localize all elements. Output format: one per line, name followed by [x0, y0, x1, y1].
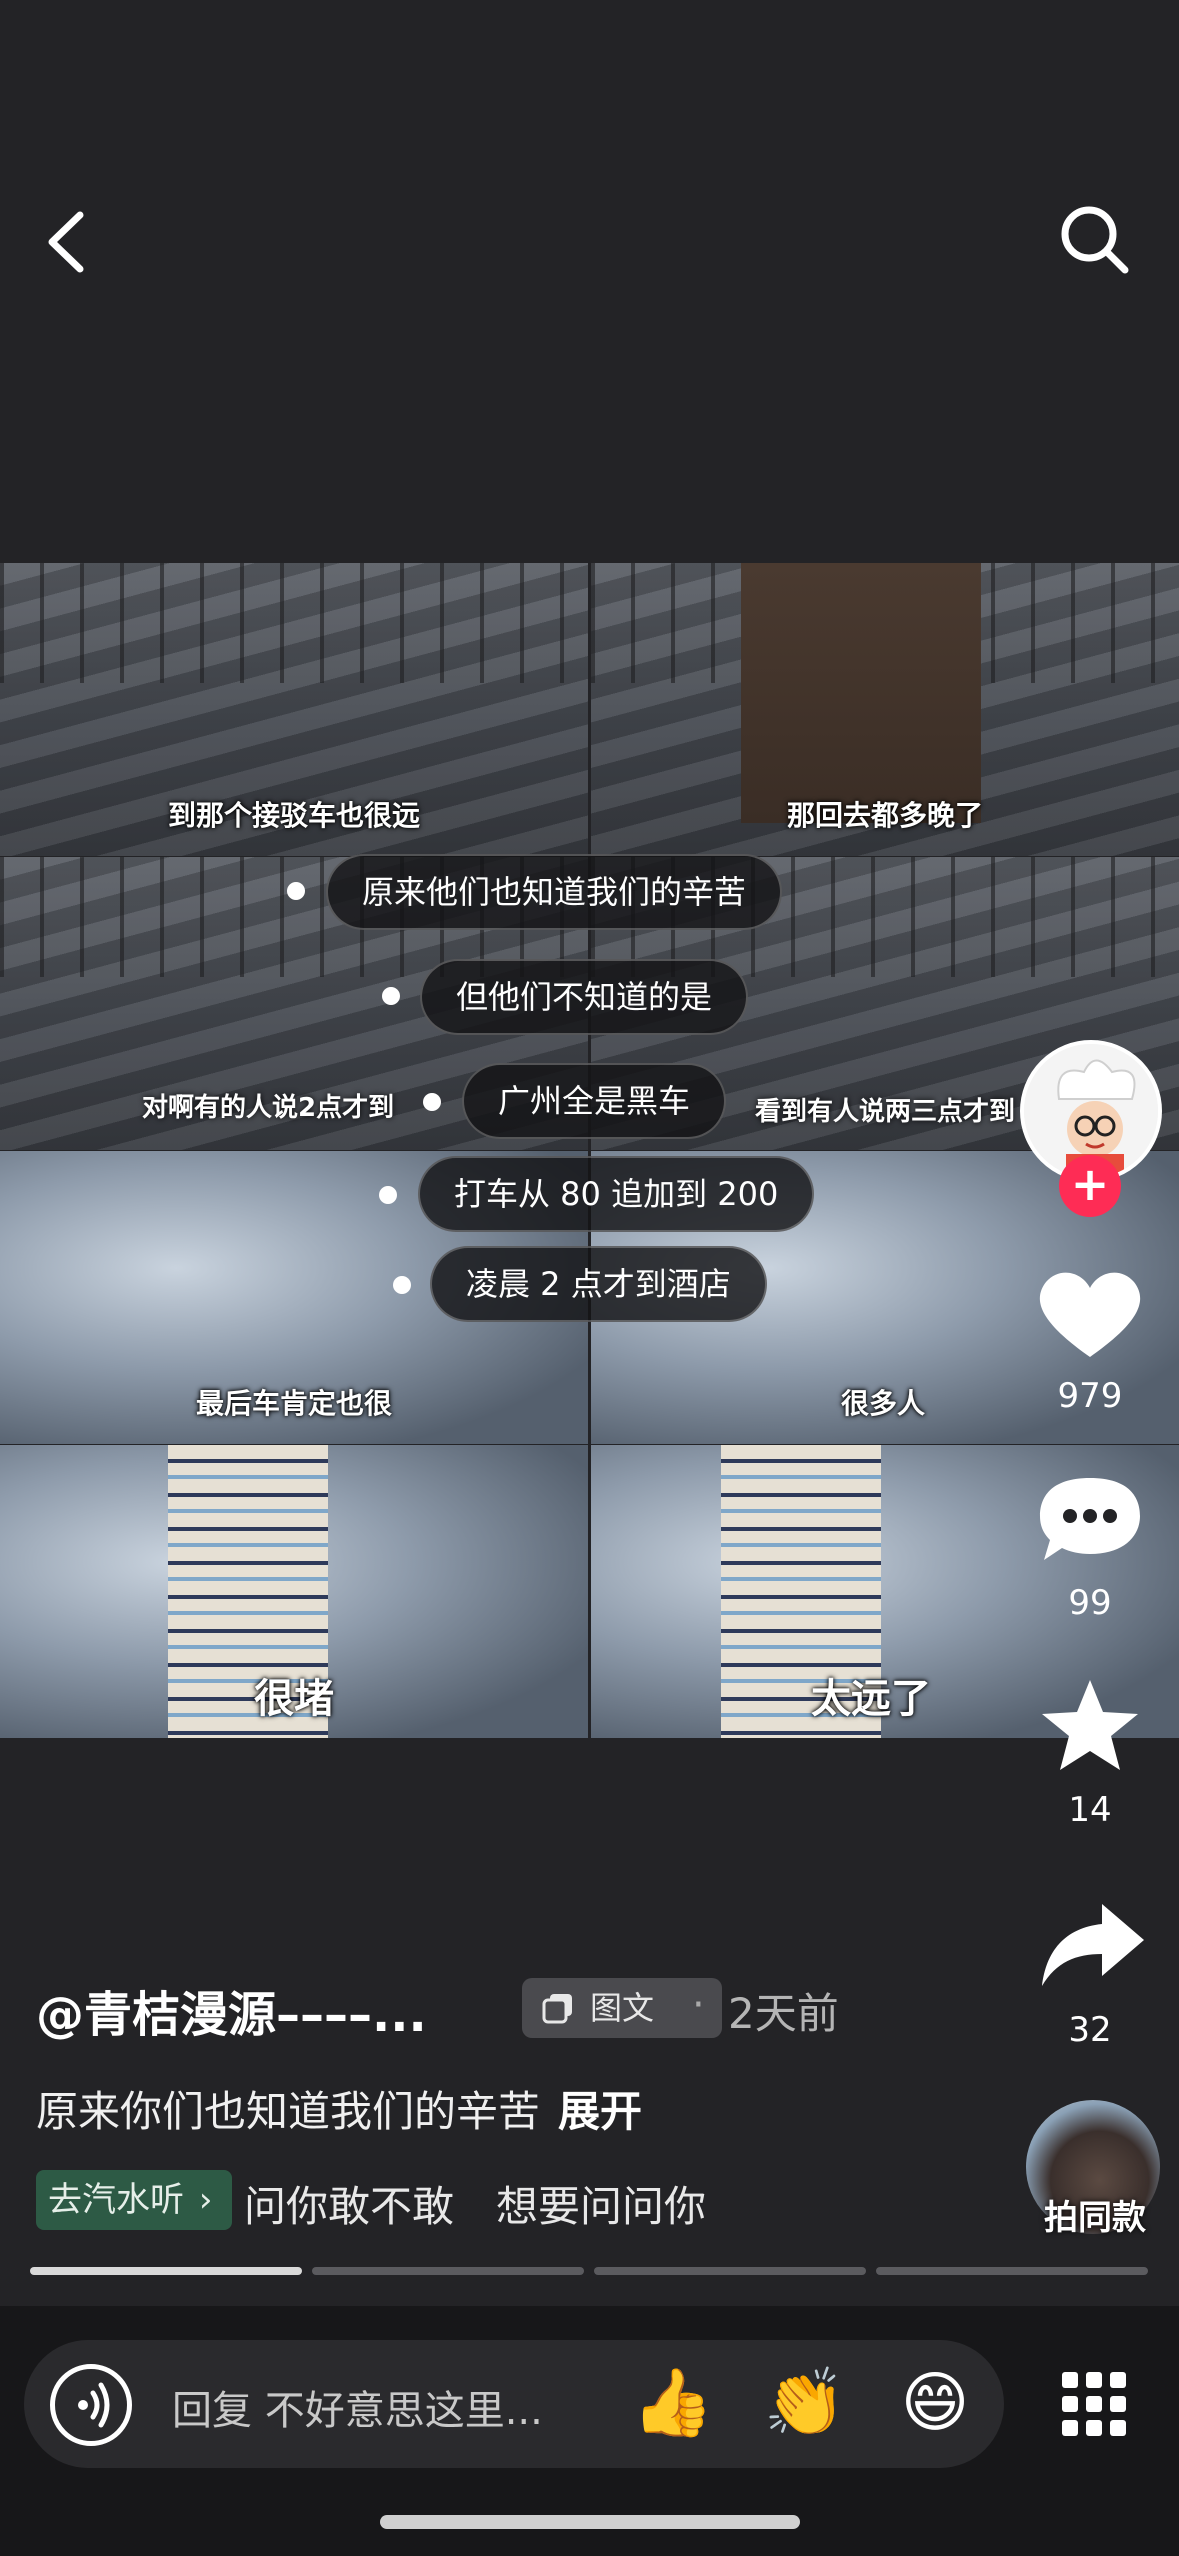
star-icon — [1042, 1680, 1138, 1770]
page-progress-segment — [594, 2267, 866, 2275]
page-progress-segment — [312, 2267, 584, 2275]
gallery-icon — [542, 1994, 572, 2024]
follow-button[interactable]: + — [1059, 1155, 1121, 1217]
author-name[interactable]: @青桔漫源––––... — [36, 1975, 427, 2045]
voice-icon — [78, 2382, 110, 2428]
image-collage[interactable]: 到那个接驳车也很远 那回去都多晚了 对啊有的人说2点才到 看到有人说两三点才到 … — [0, 563, 1179, 1739]
clap-emoji-button[interactable]: 👏 — [762, 2360, 848, 2446]
bullet-dot — [379, 1186, 397, 1204]
collage-cell: 很堵 — [0, 1445, 588, 1738]
chevron-right-icon: › — [198, 2180, 213, 2220]
collage-cell: 那回去都多晚了 — [591, 563, 1179, 856]
music-title[interactable]: 问你敢不敢 想要问问你 — [244, 2173, 720, 2233]
comment-count: 99 — [1068, 1583, 1112, 1623]
search-button[interactable] — [1055, 200, 1135, 280]
bullet-dot — [393, 1276, 411, 1294]
same-style-label[interactable]: 拍同款 — [1020, 2190, 1170, 2239]
comment-chip: 打车从 80 追加到 200 — [418, 1156, 815, 1232]
back-button[interactable] — [40, 200, 100, 280]
description-text: 原来你们也知道我们的辛苦 — [36, 2087, 541, 2136]
voice-button[interactable] — [50, 2364, 132, 2446]
favorite-count: 14 — [1068, 1790, 1112, 1830]
music-tag-label: 去汽水听 — [48, 2180, 184, 2220]
comment-chip: 但他们不知道的是 — [420, 959, 749, 1035]
search-icon — [1061, 206, 1129, 274]
plus-icon: + — [1070, 1157, 1110, 1211]
bullet-dot — [287, 882, 305, 900]
comment-chip: 原来他们也知道我们的辛苦 — [326, 854, 783, 930]
collage-caption: 到那个接驳车也很远 — [167, 799, 420, 832]
collage-caption: 对啊有的人说2点才到 — [142, 1093, 395, 1123]
collage-caption: 看到有人说两三点才到 — [755, 1097, 1016, 1127]
listen-in-app-button[interactable]: 去汽水听 › — [36, 2170, 232, 2230]
comment-button[interactable] — [1020, 1470, 1160, 1570]
page-progress-segment — [876, 2267, 1148, 2275]
comment-chip: 凌晨 2 点才到酒店 — [430, 1246, 767, 1322]
collage-caption: 最后车肯定也很 — [195, 1387, 392, 1420]
bullet-dot — [423, 1093, 441, 1111]
separator: · — [692, 1982, 705, 2028]
like-count: 979 — [1057, 1376, 1123, 1416]
comment-chip: 广州全是黑车 — [462, 1063, 727, 1139]
home-indicator[interactable] — [380, 2515, 800, 2529]
share-button[interactable] — [1020, 1896, 1160, 1996]
top-bar — [0, 0, 1179, 560]
comment-icon — [1040, 1478, 1140, 1560]
like-button[interactable] — [1020, 1262, 1160, 1362]
favorite-button[interactable] — [1020, 1676, 1160, 1776]
heart-icon — [1039, 1272, 1141, 1357]
thumbs-up-emoji-button[interactable]: 👍 — [630, 2360, 716, 2446]
share-count: 32 — [1068, 2010, 1112, 2050]
grin-emoji-button[interactable]: 😄 — [892, 2360, 978, 2446]
post-description: 原来你们也知道我们的辛苦 展开 — [36, 2078, 642, 2139]
expand-link[interactable]: 展开 — [558, 2087, 642, 2136]
post-time: 2天前 — [728, 1989, 839, 2038]
share-icon — [1042, 1904, 1144, 1986]
grid-menu-button[interactable] — [1062, 2372, 1126, 2436]
chevron-left-icon — [48, 211, 84, 273]
collage-cell: 到那个接驳车也很远 — [0, 563, 588, 856]
collage-caption: 很堵 — [254, 1676, 334, 1722]
post-type-label: 图文 — [590, 1989, 655, 2027]
collage-caption: 那回去都多晚了 — [786, 799, 983, 832]
reply-placeholder[interactable]: 回复 不好意思这里... — [172, 2378, 543, 2436]
page-progress-segment — [30, 2267, 302, 2275]
bullet-dot — [382, 987, 400, 1005]
